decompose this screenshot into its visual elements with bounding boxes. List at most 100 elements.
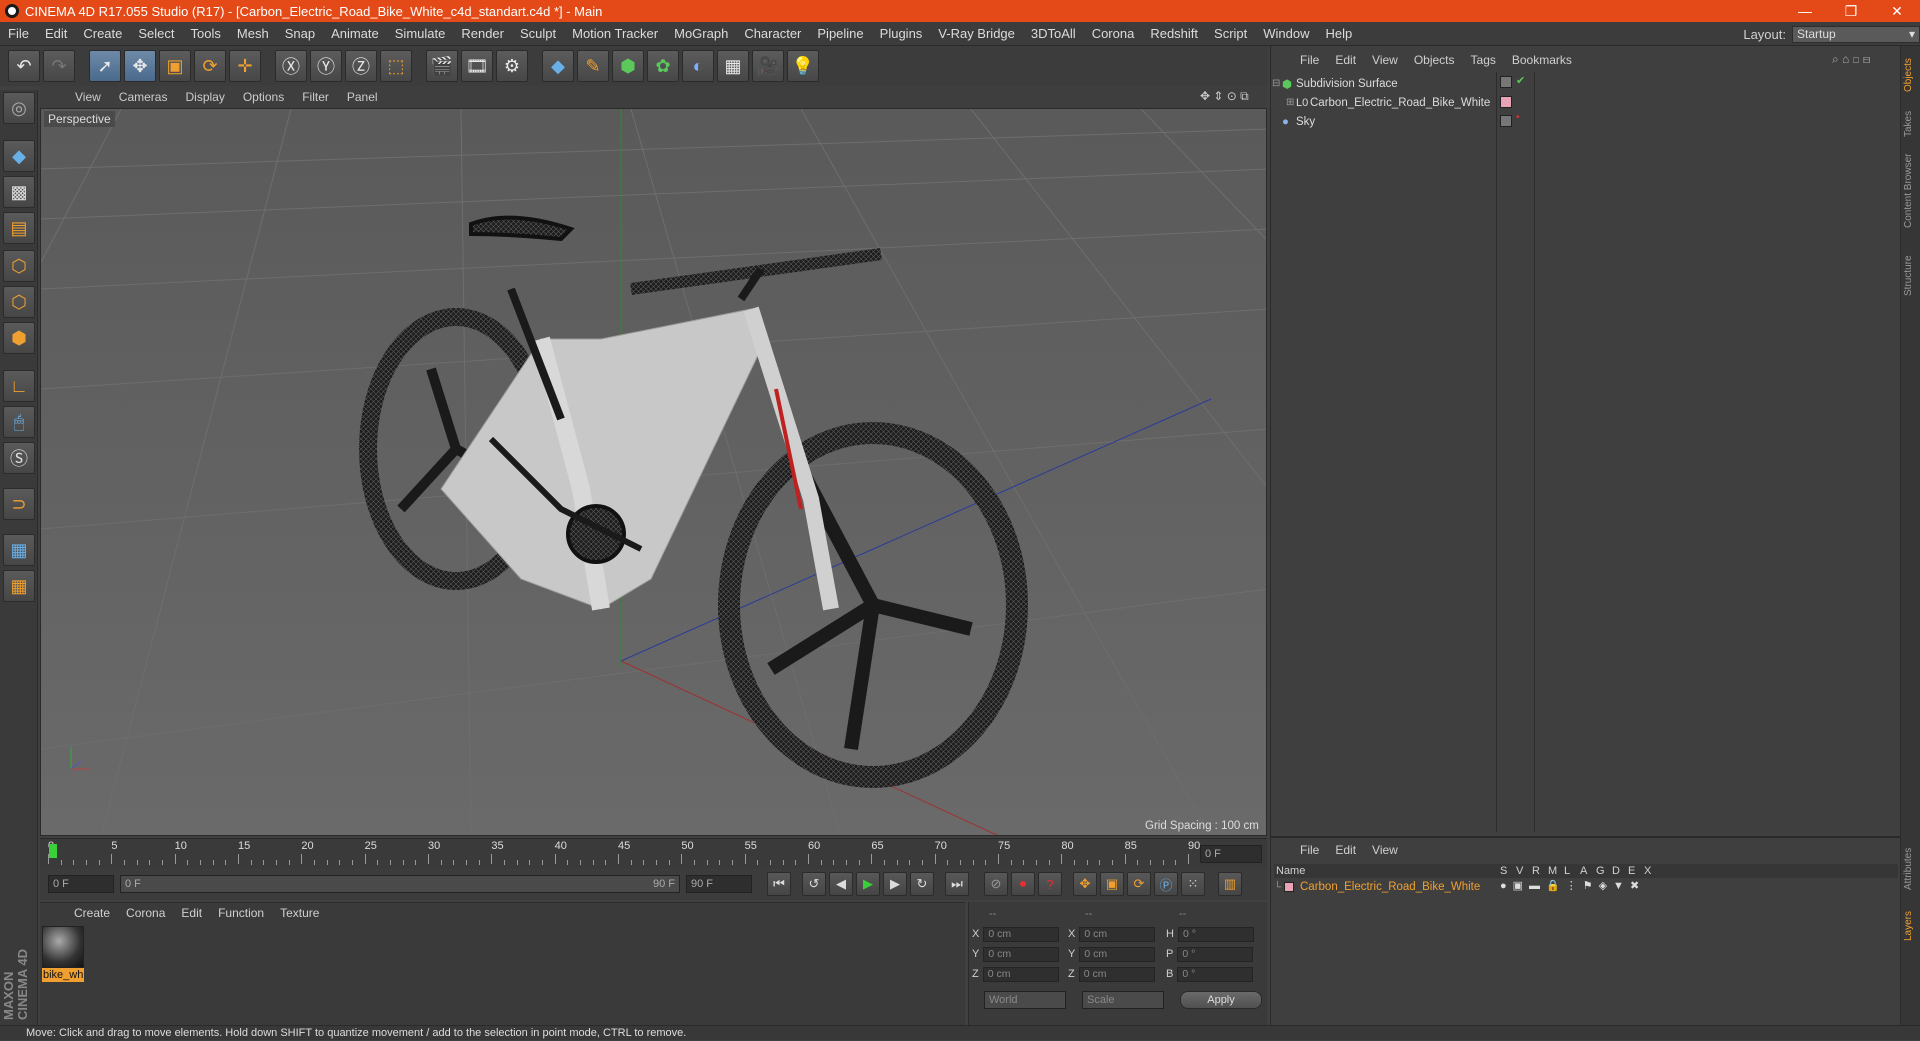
menu-simulate[interactable]: Simulate (387, 22, 454, 46)
layer-flag-column[interactable]: S (1500, 864, 1510, 878)
grid-snap-icon[interactable]: ▦ (3, 570, 35, 602)
motion-record-icon[interactable]: ⊘ (984, 872, 1008, 896)
menu-animate[interactable]: Animate (323, 22, 387, 46)
perspective-viewport[interactable] (40, 108, 1267, 836)
current-frame-field[interactable]: 0 F (1200, 845, 1262, 863)
layer-color-swatch[interactable] (1284, 882, 1294, 892)
viewport-camera-label[interactable]: Perspective (44, 111, 115, 127)
coord-value-field[interactable]: 0 cm (983, 926, 1060, 942)
layer-flag-column[interactable]: R (1532, 864, 1542, 878)
frame-range-slider[interactable]: 0 F 90 F (120, 875, 680, 893)
menu-script[interactable]: Script (1206, 22, 1255, 46)
right-tab-attributes[interactable]: Attributes (1903, 836, 1919, 902)
record-active-objects-icon[interactable]: ⏺ (1011, 872, 1035, 896)
pen-spline-icon[interactable]: ✎ (577, 50, 609, 82)
y-axis-lock-icon[interactable]: Ⓨ (310, 50, 342, 82)
floor-object-icon[interactable]: ▦ (717, 50, 749, 82)
right-tab-objects[interactable]: Objects (1903, 52, 1919, 98)
material-menu-edit[interactable]: Edit (173, 906, 210, 920)
right-tab-structure[interactable]: Structure (1903, 246, 1919, 306)
restore-button[interactable]: ❐ (1828, 0, 1874, 22)
layer-color-swatch[interactable] (1500, 96, 1512, 108)
layer-menu-view[interactable]: View (1364, 843, 1406, 857)
undo-icon[interactable]: ↶ (8, 50, 40, 82)
material-menu-function[interactable]: Function (210, 906, 272, 920)
menu-file[interactable]: File (0, 22, 37, 46)
object-menu-tags[interactable]: Tags (1463, 53, 1504, 67)
workplane-lock-icon[interactable]: ▦ (3, 534, 35, 566)
enable-check-icon[interactable]: ✔ (1516, 74, 1525, 87)
layer-flag-column[interactable]: L (1564, 864, 1574, 878)
menu-create[interactable]: Create (75, 22, 130, 46)
material-name[interactable]: bike_wh (42, 968, 84, 982)
menu-mesh[interactable]: Mesh (229, 22, 277, 46)
previous-key-icon[interactable]: ↺ (802, 872, 826, 896)
camera-object-icon[interactable]: 🎥 (752, 50, 784, 82)
menu-select[interactable]: Select (130, 22, 182, 46)
object-menu-edit[interactable]: Edit (1327, 53, 1364, 67)
close-button[interactable]: ✕ (1874, 0, 1920, 22)
key-scale-icon[interactable]: ▣ (1100, 872, 1124, 896)
coord-value-field[interactable]: 0 ° (1177, 966, 1254, 982)
object-row[interactable]: ● Sky (1272, 112, 1500, 131)
polygons-mode-icon[interactable]: ⬢ (3, 322, 35, 354)
subdivision-surface-icon[interactable]: ⬢ (612, 50, 644, 82)
live-selection-icon[interactable]: ➚ (89, 50, 121, 82)
layer-flag-column[interactable]: E (1628, 864, 1638, 878)
light-object-icon[interactable]: 💡 (787, 50, 819, 82)
object-manager-search-icon[interactable]: ⌕ ⌂ ◻ ⊟ (1832, 52, 1870, 67)
coord-value-field[interactable]: 0 ° (1177, 946, 1254, 962)
playhead-marker[interactable] (49, 844, 57, 858)
layer-tag-icon[interactable] (1500, 115, 1512, 127)
render-picture-viewer-icon[interactable]: 🎞 (461, 50, 493, 82)
key-point-level-icon[interactable]: ⁙ (1181, 872, 1205, 896)
move-tool-icon[interactable]: ✥ (124, 50, 156, 82)
coord-value-field[interactable]: 0 cm (982, 966, 1059, 982)
coord-value-field[interactable]: 0 ° (1177, 926, 1254, 942)
minimize-button[interactable]: — (1782, 0, 1828, 22)
material-menu-corona[interactable]: Corona (118, 906, 173, 920)
rotate-tool-icon[interactable]: ⟳ (194, 50, 226, 82)
recent-tool-icon[interactable]: ✛ (229, 50, 261, 82)
material-menu-create[interactable]: Create (66, 906, 118, 920)
deformer-icon[interactable]: ◐ (682, 50, 714, 82)
previous-frame-icon[interactable]: ◀ (829, 872, 853, 896)
layer-flag-column[interactable]: V (1516, 864, 1526, 878)
cloner-icon[interactable]: ✿ (647, 50, 679, 82)
viewport-menu-cameras[interactable]: Cameras (110, 90, 177, 104)
coord-value-field[interactable]: 0 cm (1079, 926, 1156, 942)
layer-flag-column[interactable]: D (1612, 864, 1622, 878)
key-position-icon[interactable]: ✥ (1073, 872, 1097, 896)
x-axis-lock-icon[interactable]: Ⓧ (275, 50, 307, 82)
end-frame-field[interactable]: 90 F (686, 875, 752, 893)
layer-flag-column[interactable]: A (1580, 864, 1590, 878)
menu-snap[interactable]: Snap (277, 22, 323, 46)
menu-3dtoall[interactable]: 3DToAll (1023, 22, 1084, 46)
layer-flag-column[interactable]: G (1596, 864, 1606, 878)
menu-mograph[interactable]: MoGraph (666, 22, 736, 46)
object-menu-file[interactable]: File (1292, 53, 1327, 67)
z-axis-lock-icon[interactable]: Ⓩ (345, 50, 377, 82)
coord-value-field[interactable]: 0 cm (1079, 946, 1156, 962)
menu-help[interactable]: Help (1318, 22, 1361, 46)
apply-button[interactable]: Apply (1180, 991, 1262, 1009)
cube-object-icon[interactable]: ◆ (542, 50, 574, 82)
autokey-icon[interactable]: ? (1038, 872, 1062, 896)
layer-menu-edit[interactable]: Edit (1327, 843, 1364, 857)
next-key-icon[interactable]: ↻ (910, 872, 934, 896)
visibility-dot-icon[interactable]: • (1516, 112, 1520, 123)
layer-flag-icons[interactable]: ●▣▬🔒⋮⚑◈▼✖ (1500, 879, 1645, 892)
object-menu-bookmarks[interactable]: Bookmarks (1504, 53, 1580, 67)
menu-tools[interactable]: Tools (183, 22, 229, 46)
axis-mode-icon[interactable]: ∟ (3, 370, 35, 402)
points-mode-icon[interactable]: ⬡ (3, 250, 35, 282)
viewport-menu-panel[interactable]: Panel (338, 90, 387, 104)
start-frame-field[interactable]: 0 F (48, 875, 114, 893)
coord-value-field[interactable]: 0 cm (1078, 966, 1155, 982)
menu-character[interactable]: Character (736, 22, 809, 46)
object-row[interactable]: ⊟ ⬢ Subdivision Surface (1272, 74, 1500, 93)
layer-row[interactable]: └ Carbon_Electric_Road_Bike_White (1274, 879, 1480, 895)
object-menu-objects[interactable]: Objects (1406, 53, 1463, 67)
material-thumbnail[interactable] (42, 926, 84, 968)
right-tab-layers[interactable]: Layers (1903, 906, 1919, 946)
